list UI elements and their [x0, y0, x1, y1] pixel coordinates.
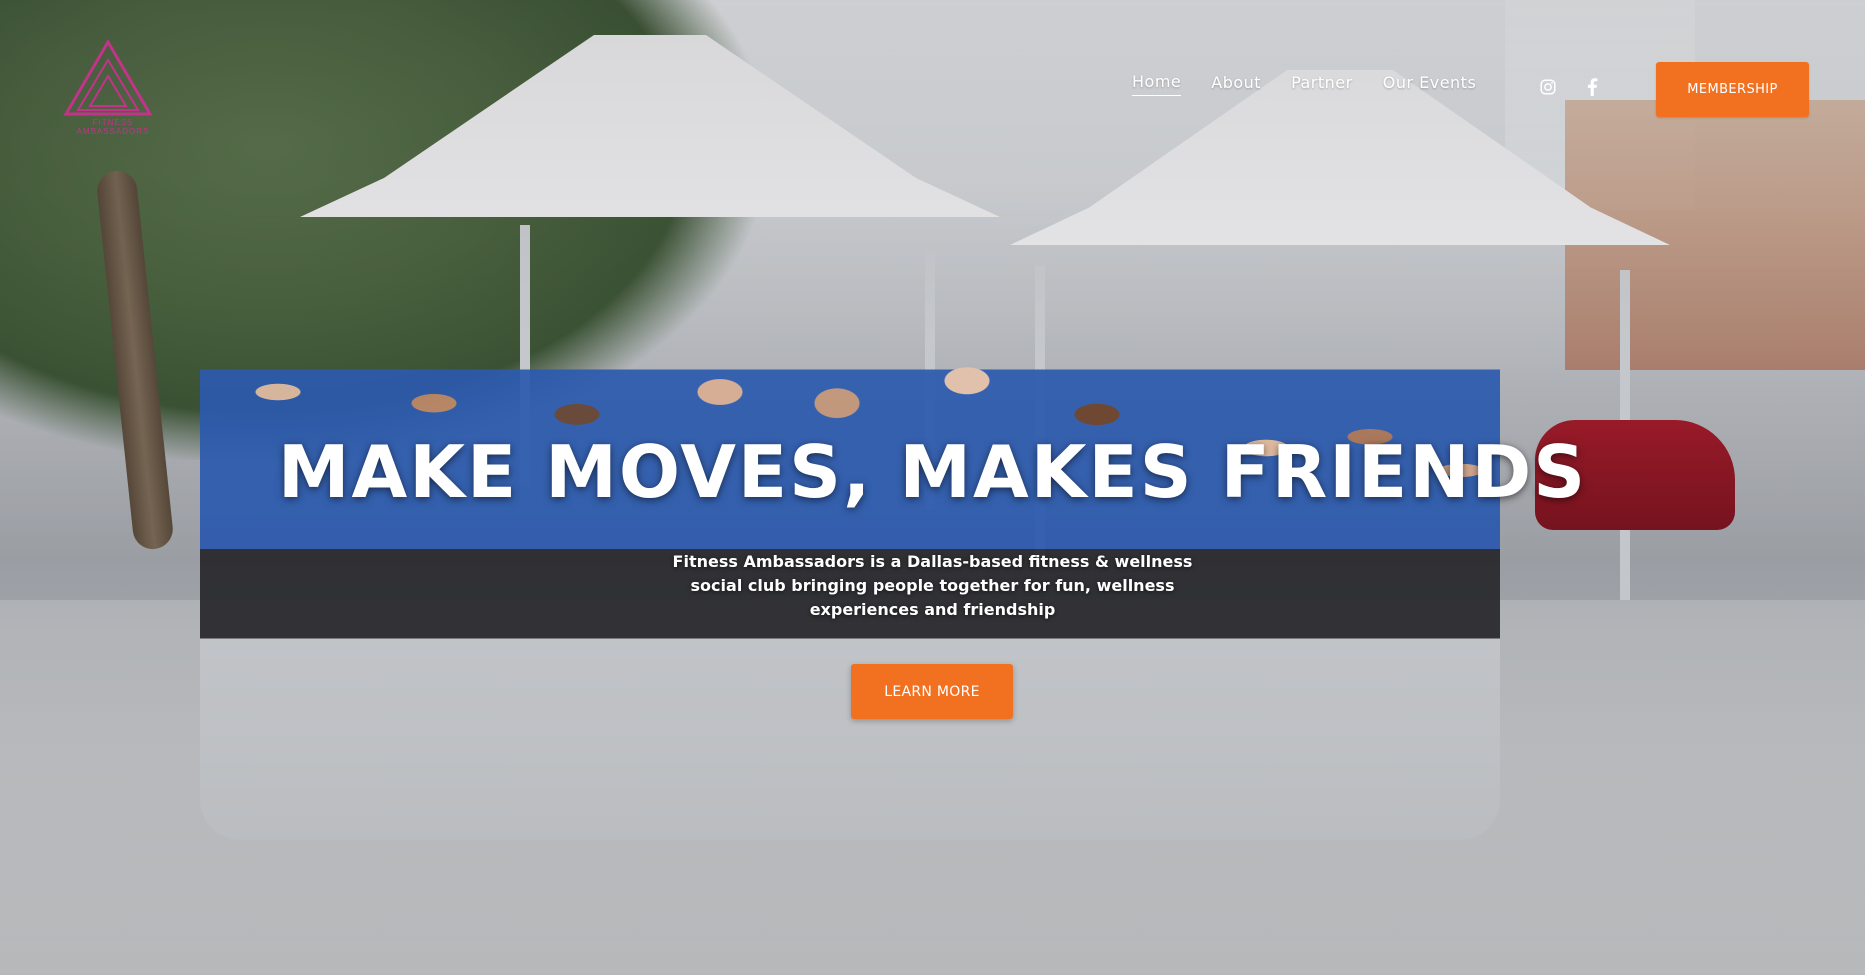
hero-subtitle: Fitness Ambassadors is a Dallas-based fi…	[672, 552, 1193, 619]
hero-title: MAKE MOVES, MAKES FRIENDS	[277, 430, 1588, 514]
learn-more-button[interactable]: LEARN MORE	[851, 664, 1013, 719]
hero-section: MAKE MOVES, MAKES FRIENDS Fitness Ambass…	[0, 0, 1865, 975]
